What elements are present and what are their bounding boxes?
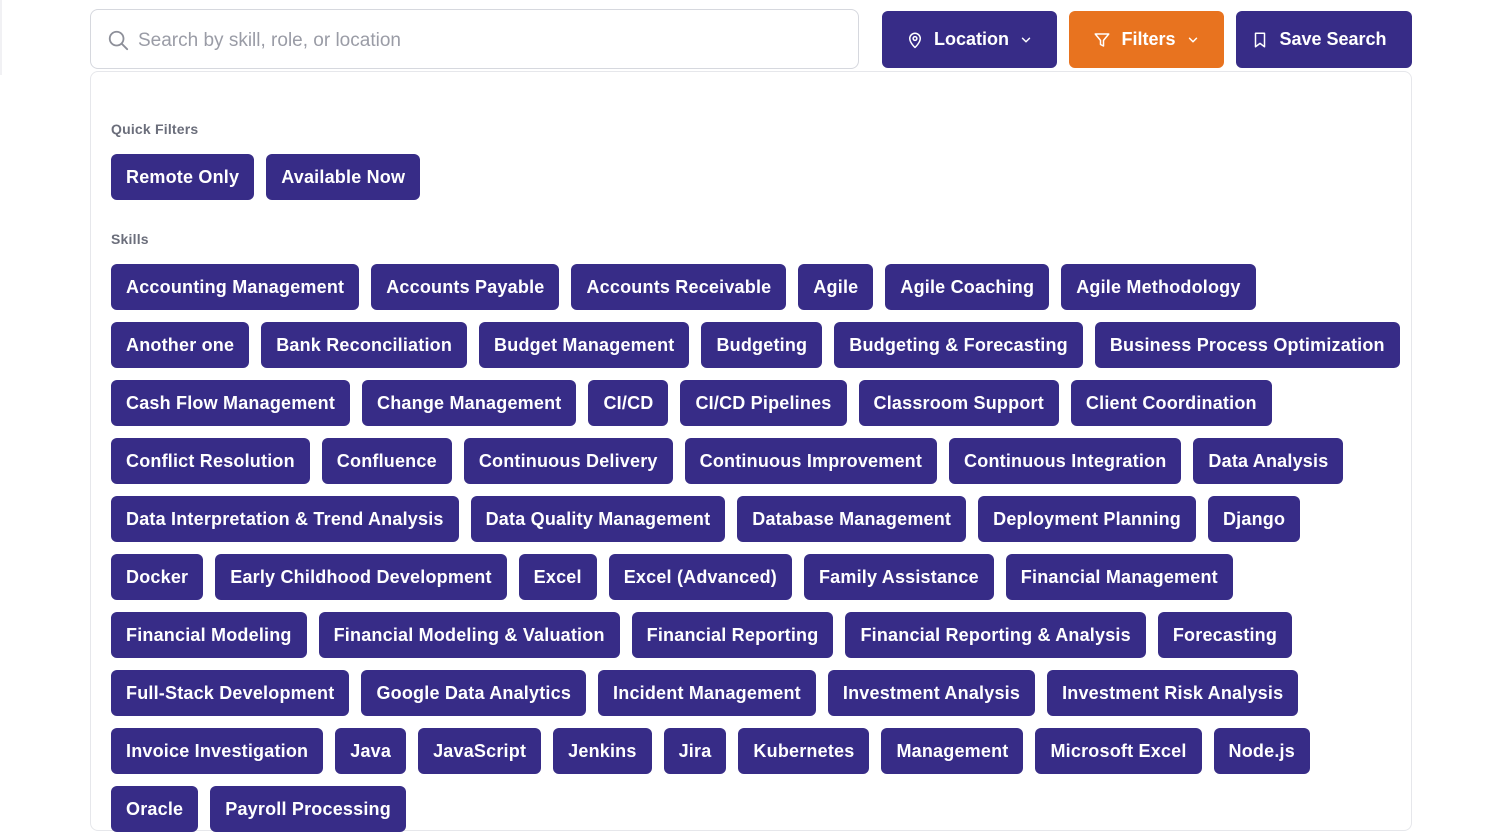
skill-chip[interactable]: Data Interpretation & Trend Analysis <box>111 496 459 542</box>
skill-chip[interactable]: CI/CD Pipelines <box>680 380 847 426</box>
skill-chip[interactable]: Management <box>881 728 1024 774</box>
skill-chip[interactable]: Database Management <box>737 496 967 542</box>
skill-chip[interactable]: Business Process Optimization <box>1094 322 1400 368</box>
map-pin-icon <box>909 32 921 48</box>
skill-chip[interactable]: Java <box>335 728 407 774</box>
location-button[interactable]: Location <box>882 11 1057 68</box>
skill-chip[interactable]: Conflict Resolution <box>111 438 310 484</box>
skill-chip[interactable]: Django <box>1207 496 1301 542</box>
skill-chip[interactable]: Microsoft Excel <box>1035 728 1202 774</box>
skill-chip[interactable]: Change Management <box>362 380 577 426</box>
skill-chip[interactable]: Financial Reporting & Analysis <box>845 612 1146 658</box>
skill-chip[interactable]: Data Analysis <box>1193 438 1344 484</box>
chevron-down-icon <box>1021 37 1031 42</box>
quick-filter-chip[interactable]: Available Now <box>266 154 421 200</box>
skill-chip[interactable]: Continuous Delivery <box>463 438 673 484</box>
skill-chip[interactable]: Accounts Receivable <box>571 264 787 310</box>
skill-chip[interactable]: Another one <box>111 322 250 368</box>
skill-chip[interactable]: CI/CD <box>588 380 669 426</box>
skill-chip[interactable]: Financial Management <box>1005 554 1233 600</box>
skill-chip[interactable]: Budgeting & Forecasting <box>834 322 1083 368</box>
skill-chip[interactable]: Financial Reporting <box>631 612 834 658</box>
skill-chip[interactable]: Jira <box>663 728 727 774</box>
skill-chip[interactable]: Cash Flow Management <box>111 380 351 426</box>
skill-chip[interactable]: JavaScript <box>418 728 542 774</box>
skill-chip[interactable]: Payroll Processing <box>210 786 406 832</box>
skill-chip[interactable]: Budgeting <box>701 322 823 368</box>
search-icon <box>108 30 129 51</box>
skill-chip[interactable]: Jenkins <box>553 728 652 774</box>
skill-chip[interactable]: Forecasting <box>1157 612 1293 658</box>
skill-chip[interactable]: Node.js <box>1213 728 1310 774</box>
bookmark-icon <box>1255 32 1266 47</box>
skill-chip[interactable]: Data Quality Management <box>470 496 726 542</box>
skill-chip[interactable]: Agile <box>798 264 874 310</box>
skill-chip[interactable]: Agile Coaching <box>885 264 1050 310</box>
skill-chip[interactable]: Continuous Improvement <box>684 438 938 484</box>
skill-chip[interactable]: Deployment Planning <box>978 496 1196 542</box>
skill-chip[interactable]: Early Childhood Development <box>215 554 507 600</box>
location-button-label: Location <box>934 29 1009 49</box>
skill-chip[interactable]: Oracle <box>111 786 199 832</box>
save-search-button[interactable]: Save Search <box>1236 11 1412 68</box>
filters-panel: Quick Filters Remote Only Available Now S… <box>90 71 1412 832</box>
skill-chip[interactable]: Full-Stack Development <box>111 670 350 716</box>
filters-button-label: Filters <box>1121 29 1176 49</box>
skill-chip[interactable]: Investment Risk Analysis <box>1047 670 1299 716</box>
quick-filter-chip[interactable]: Remote Only <box>111 154 255 200</box>
skill-chip[interactable]: Incident Management <box>598 670 816 716</box>
skill-chip[interactable]: Investment Analysis <box>827 670 1036 716</box>
skill-chip[interactable]: Excel <box>518 554 597 600</box>
left-edge-divider <box>0 0 2 75</box>
skill-chip[interactable]: Accounting Management <box>111 264 360 310</box>
skill-chip[interactable]: Kubernetes <box>738 728 870 774</box>
skill-chip[interactable]: Family Assistance <box>803 554 994 600</box>
skill-chip[interactable]: Financial Modeling & Valuation <box>318 612 620 658</box>
save-search-label: Save Search <box>1279 29 1387 49</box>
skill-chip[interactable]: Client Coordination <box>1070 380 1272 426</box>
search-bar-row: Location Filters Save Search <box>90 9 1412 71</box>
skill-chip[interactable]: Docker <box>111 554 204 600</box>
skill-chip[interactable]: Confluence <box>321 438 452 484</box>
chevron-down-icon <box>1188 37 1197 42</box>
skill-chip[interactable]: Excel (Advanced) <box>608 554 792 600</box>
skill-chip[interactable]: Bank Reconciliation <box>261 322 468 368</box>
search-input[interactable] <box>136 24 840 58</box>
skill-chip[interactable]: Agile Methodology <box>1061 264 1256 310</box>
skill-chip[interactable]: Invoice Investigation <box>111 728 324 774</box>
filters-button[interactable]: Filters <box>1069 11 1224 68</box>
filter-icon <box>1094 32 1110 47</box>
skill-chip[interactable]: Financial Modeling <box>111 612 307 658</box>
skill-chip[interactable]: Google Data Analytics <box>361 670 587 716</box>
skill-chip[interactable]: Budget Management <box>479 322 690 368</box>
skills-heading: Skills <box>111 231 149 247</box>
skills-list: Accounting Management Accounts Payable Acc… <box>111 264 1401 832</box>
skill-chip[interactable]: Accounts Payable <box>371 264 560 310</box>
quick-filters-heading: Quick Filters <box>111 121 199 137</box>
skill-chip[interactable]: Classroom Support <box>858 380 1059 426</box>
skill-chip[interactable]: Continuous Integration <box>949 438 1182 484</box>
quick-filters-list: Remote Only Available Now <box>111 154 1401 200</box>
search-box[interactable] <box>90 9 859 69</box>
